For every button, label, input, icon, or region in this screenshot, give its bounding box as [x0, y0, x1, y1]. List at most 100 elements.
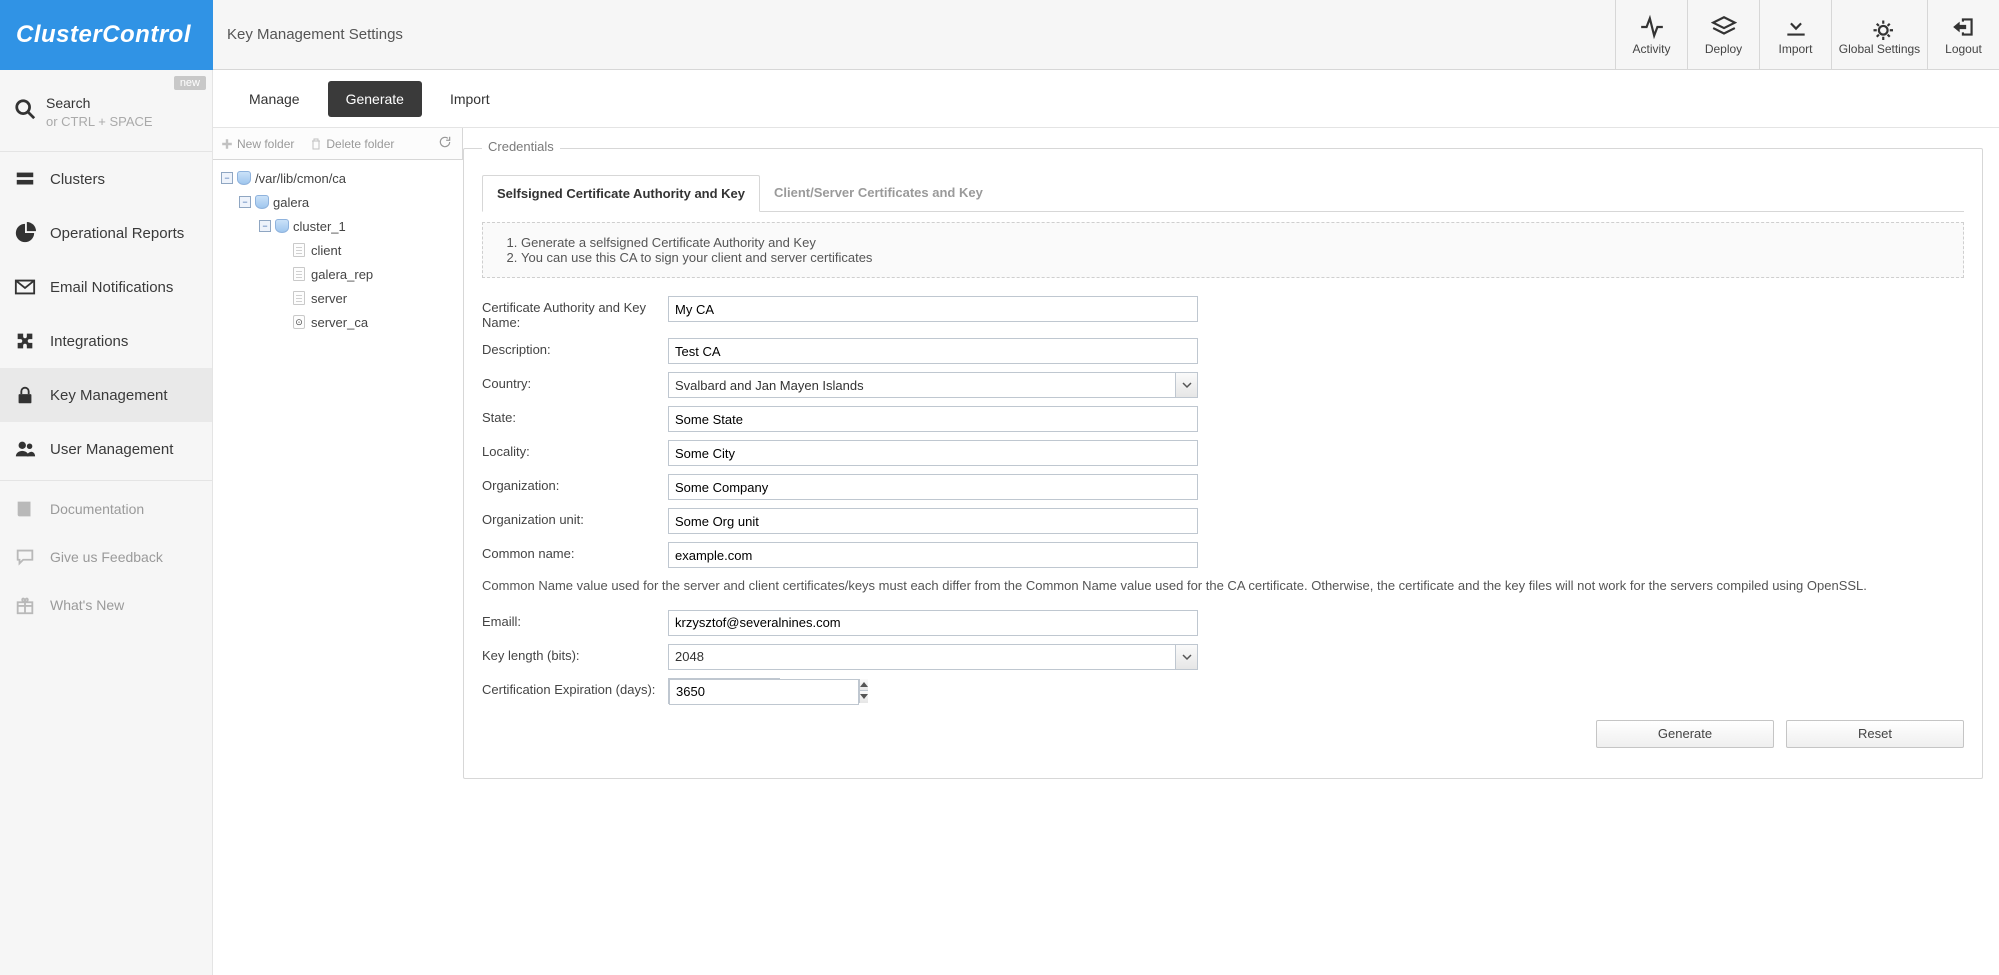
credentials-title: Credentials [482, 139, 560, 154]
brand-logo[interactable]: ClusterControl [0, 0, 213, 70]
subtab-import[interactable]: Import [432, 81, 508, 117]
select-key-length[interactable]: 2048 [668, 644, 1198, 670]
input-state[interactable] [668, 406, 1198, 432]
sidebar: new Search or CTRL + SPACE Clusters Oper… [0, 70, 213, 975]
nav-operational-reports-label: Operational Reports [50, 225, 184, 242]
refresh-button[interactable] [428, 135, 462, 152]
activity-button[interactable]: Activity [1615, 0, 1687, 69]
collapse-icon[interactable]: − [259, 220, 271, 232]
tree-item-galera-rep[interactable]: galera_rep [217, 262, 459, 286]
input-organization[interactable] [668, 474, 1198, 500]
subtab-generate[interactable]: Generate [328, 81, 422, 117]
label-common-name: Common name: [482, 542, 668, 561]
lock-icon [14, 384, 36, 406]
label-country: Country: [482, 372, 668, 391]
nav-clusters-label: Clusters [50, 171, 105, 188]
deploy-label: Deploy [1705, 42, 1742, 56]
tree-cluster-label: cluster_1 [293, 219, 346, 234]
generate-button[interactable]: Generate [1596, 720, 1774, 748]
tree-galera-label: galera [273, 195, 309, 210]
label-ca-name: Certificate Authority and Key Name: [482, 296, 668, 330]
plus-icon [221, 138, 233, 150]
tree-item-server-ca[interactable]: ⊙ server_ca [217, 310, 459, 334]
label-email: Emaill: [482, 610, 668, 629]
tab-selfsigned-ca[interactable]: Selfsigned Certificate Authority and Key [482, 175, 760, 212]
new-folder-label: New folder [237, 137, 294, 151]
trash-icon [310, 138, 322, 150]
cert-icon: ⊙ [293, 315, 305, 329]
nav-clusters[interactable]: Clusters [0, 152, 212, 206]
nav-integrations-label: Integrations [50, 333, 128, 350]
chevron-down-icon[interactable] [1175, 645, 1197, 669]
input-ca-name[interactable] [668, 296, 1198, 322]
folder-tree: − /var/lib/cmon/ca − galera − cluster_1 … [213, 160, 463, 340]
logout-icon [1951, 14, 1977, 40]
new-folder-button[interactable]: New folder [213, 128, 302, 159]
nav-documentation[interactable]: Documentation [0, 485, 212, 533]
tree-root-label: /var/lib/cmon/ca [255, 171, 346, 186]
tab-client-server-certs[interactable]: Client/Server Certificates and Key [760, 175, 997, 211]
deploy-button[interactable]: Deploy [1687, 0, 1759, 69]
header-bar: Key Management Settings Activity Deploy … [213, 0, 1999, 70]
stepper-down-icon[interactable] [860, 691, 868, 703]
tree-item-client[interactable]: client [217, 238, 459, 262]
input-locality[interactable] [668, 440, 1198, 466]
nav-user-management[interactable]: User Management [0, 422, 212, 476]
logout-button[interactable]: Logout [1927, 0, 1999, 69]
chevron-down-icon[interactable] [1175, 373, 1197, 397]
input-description[interactable] [668, 338, 1198, 364]
file-icon [293, 291, 305, 305]
instruction-2: You can use this CA to sign your client … [521, 250, 1947, 265]
database-icon [255, 195, 269, 209]
input-email[interactable] [668, 610, 1198, 636]
search-label: Search [46, 94, 153, 113]
chat-icon [14, 546, 36, 568]
clusters-icon [14, 168, 36, 190]
instruction-1: Generate a selfsigned Certificate Author… [521, 235, 1947, 250]
collapse-icon[interactable]: − [221, 172, 233, 184]
file-icon [293, 267, 305, 281]
mail-icon [14, 276, 36, 298]
users-icon [14, 438, 36, 460]
input-cert-expiration[interactable] [669, 679, 859, 705]
input-organization-unit[interactable] [668, 508, 1198, 534]
refresh-icon [438, 135, 452, 149]
subtab-manage[interactable]: Manage [231, 81, 318, 117]
tree-galera[interactable]: − galera [217, 190, 459, 214]
import-button[interactable]: Import [1759, 0, 1831, 69]
nav-feedback[interactable]: Give us Feedback [0, 533, 212, 581]
nav-integrations[interactable]: Integrations [0, 314, 212, 368]
input-common-name[interactable] [668, 542, 1198, 568]
nav-whats-new[interactable]: What's New [0, 581, 212, 629]
tree-item-server[interactable]: server [217, 286, 459, 310]
nav-whats-new-label: What's New [50, 597, 124, 613]
gear-icon [1867, 14, 1893, 40]
tree-cluster[interactable]: − cluster_1 [217, 214, 459, 238]
nav-operational-reports[interactable]: Operational Reports [0, 206, 212, 260]
label-key-length: Key length (bits): [482, 644, 668, 663]
import-label: Import [1778, 42, 1812, 56]
nav-documentation-label: Documentation [50, 501, 144, 517]
nav-email-notifications-label: Email Notifications [50, 279, 173, 296]
puzzle-icon [14, 330, 36, 352]
database-icon [237, 171, 251, 185]
label-cert-expiration: Certification Expiration (days): [482, 678, 668, 697]
layers-icon [1711, 14, 1737, 40]
nav-key-management[interactable]: Key Management [0, 368, 212, 422]
global-settings-button[interactable]: Global Settings [1831, 0, 1927, 69]
collapse-icon[interactable]: − [239, 196, 251, 208]
tree-root[interactable]: − /var/lib/cmon/ca [217, 166, 459, 190]
tree-item-label: server [311, 291, 347, 306]
label-organization-unit: Organization unit: [482, 508, 668, 527]
search-block[interactable]: new Search or CTRL + SPACE [0, 70, 212, 152]
inner-tabs: Selfsigned Certificate Authority and Key… [482, 175, 1964, 212]
label-description: Description: [482, 338, 668, 357]
activity-label: Activity [1632, 42, 1670, 56]
stepper-up-icon[interactable] [860, 679, 868, 692]
nav-email-notifications[interactable]: Email Notifications [0, 260, 212, 314]
stepper-cert-expiration[interactable] [668, 678, 780, 704]
activity-icon [1639, 14, 1665, 40]
reset-button[interactable]: Reset [1786, 720, 1964, 748]
delete-folder-button[interactable]: Delete folder [302, 128, 402, 159]
select-country[interactable]: Svalbard and Jan Mayen Islands [668, 372, 1198, 398]
